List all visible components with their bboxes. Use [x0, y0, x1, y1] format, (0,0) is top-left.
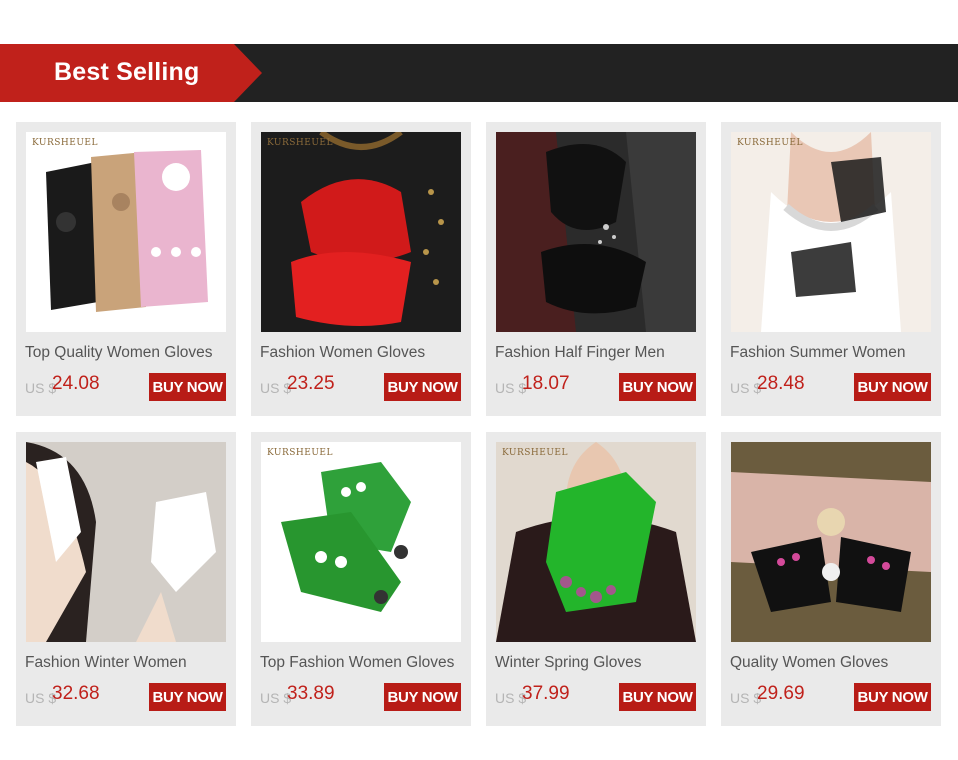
product-name[interactable]: Fashion Summer Women [730, 344, 935, 362]
buy-now-button[interactable]: BUY NOW [619, 373, 696, 401]
product-name[interactable]: Quality Women Gloves [730, 654, 935, 672]
product-card[interactable]: KURSHEUEL Top Fashion Women Gloves US $ … [251, 432, 471, 726]
product-price: 24.08 [52, 373, 100, 394]
section-title: Best Selling [54, 58, 200, 86]
product-image[interactable] [496, 132, 696, 332]
brand-logo: KURSHEUEL [267, 448, 333, 458]
buy-now-button[interactable]: BUY NOW [854, 683, 931, 711]
product-name[interactable]: Fashion Winter Women [25, 654, 230, 672]
product-card[interactable]: Fashion Half Finger Men US $ 18.07 BUY N… [486, 122, 706, 416]
product-name[interactable]: Top Quality Women Gloves [25, 344, 230, 362]
product-price: 28.48 [757, 373, 805, 394]
product-price: 32.68 [52, 683, 100, 704]
brand-logo: KURSHEUEL [267, 138, 333, 148]
product-price: 18.07 [522, 373, 570, 394]
brand-logo: KURSHEUEL [32, 138, 98, 148]
product-image[interactable]: KURSHEUEL [26, 132, 226, 332]
product-card[interactable]: Fashion Winter Women US $ 32.68 BUY NOW [16, 432, 236, 726]
product-price: 33.89 [287, 683, 335, 704]
buy-now-button[interactable]: BUY NOW [619, 683, 696, 711]
product-name[interactable]: Fashion Half Finger Men [495, 344, 700, 362]
buy-now-button[interactable]: BUY NOW [149, 683, 226, 711]
product-card[interactable]: KURSHEUEL Fashion Summer Women US $ 28.4… [721, 122, 941, 416]
buy-now-button[interactable]: BUY NOW [149, 373, 226, 401]
product-card[interactable]: KURSHEUEL Winter Spring Gloves US $ 37.9… [486, 432, 706, 726]
section-banner: Best Selling [0, 44, 958, 102]
product-price: 23.25 [287, 373, 335, 394]
brand-logo: KURSHEUEL [737, 138, 803, 148]
product-image[interactable]: KURSHEUEL [731, 132, 931, 332]
product-image[interactable]: KURSHEUEL [261, 132, 461, 332]
product-image[interactable]: KURSHEUEL [496, 442, 696, 642]
product-card[interactable]: Quality Women Gloves US $ 29.69 BUY NOW [721, 432, 941, 726]
product-image[interactable] [731, 442, 931, 642]
product-image[interactable] [26, 442, 226, 642]
buy-now-button[interactable]: BUY NOW [854, 373, 931, 401]
product-name[interactable]: Fashion Women Gloves [260, 344, 465, 362]
brand-logo: KURSHEUEL [502, 448, 568, 458]
buy-now-button[interactable]: BUY NOW [384, 683, 461, 711]
product-card[interactable]: KURSHEUEL Top Quality Women Gloves US $ … [16, 122, 236, 416]
product-price: 29.69 [757, 683, 805, 704]
buy-now-button[interactable]: BUY NOW [384, 373, 461, 401]
product-name[interactable]: Winter Spring Gloves [495, 654, 700, 672]
product-card[interactable]: KURSHEUEL Fashion Women Gloves US $ 23.2… [251, 122, 471, 416]
product-image[interactable]: KURSHEUEL [261, 442, 461, 642]
product-price: 37.99 [522, 683, 570, 704]
product-name[interactable]: Top Fashion Women Gloves [260, 654, 465, 672]
